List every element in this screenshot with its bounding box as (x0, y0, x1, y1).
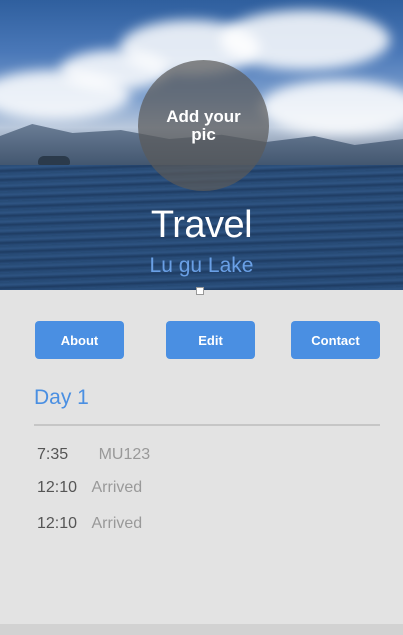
bottom-bar (0, 624, 403, 635)
itinerary-row: 12:10 Arrived (37, 515, 142, 533)
day-heading: Day 1 (34, 386, 89, 409)
island (38, 156, 70, 165)
contact-button[interactable]: Contact (291, 321, 380, 359)
add-photo-label: Add your pic (166, 106, 241, 144)
cloud-shape (260, 80, 403, 135)
row-detail: Arrived (91, 515, 143, 532)
divider (34, 424, 380, 426)
edit-button[interactable]: Edit (166, 321, 255, 359)
hero-banner: Add your pic Travel Lu gu Lake (0, 0, 403, 290)
row-time: 7:35 (37, 446, 69, 463)
about-button[interactable]: About (35, 321, 124, 359)
page-title: Travel (150, 204, 253, 246)
page-indicator (196, 287, 204, 295)
itinerary-row: 7:35 MU123 (37, 446, 150, 464)
itinerary-row: 12:10 Arrived (37, 479, 142, 497)
cloud-shape (220, 10, 390, 70)
page-subtitle: Lu gu Lake (149, 254, 254, 277)
row-detail: MU123 (98, 446, 151, 463)
row-time: 12:10 (37, 479, 78, 496)
row-detail: Arrived (91, 479, 143, 496)
row-time: 12:10 (37, 515, 78, 532)
add-photo-button[interactable]: Add your pic (138, 60, 269, 191)
